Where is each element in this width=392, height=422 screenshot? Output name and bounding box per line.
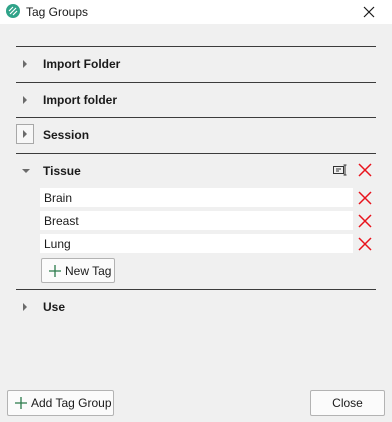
tag-group-session[interactable]: Session: [16, 118, 376, 152]
delete-tag-icon[interactable]: [357, 190, 373, 206]
expand-caret-icon[interactable]: [23, 60, 27, 68]
new-tag-button[interactable]: New Tag: [41, 258, 115, 283]
plus-icon: [49, 264, 61, 277]
delete-group-icon[interactable]: [357, 162, 373, 178]
new-tag-label: New Tag: [65, 263, 112, 278]
group-label: Import Folder: [43, 57, 121, 71]
close-label: Close: [332, 396, 363, 410]
expand-caret-icon[interactable]: [23, 303, 27, 311]
tag-group-use[interactable]: Use: [16, 290, 376, 324]
group-label: Use: [43, 300, 66, 314]
window-title: Tag Groups: [26, 5, 89, 19]
tag-input[interactable]: [40, 188, 353, 207]
tag-group-tissue[interactable]: Tissue: [16, 154, 376, 188]
tag-group-import-folder-2[interactable]: Import folder: [16, 83, 376, 117]
close-button[interactable]: Close: [310, 390, 385, 416]
tag-groups-dialog: Tag Groups Import Folder Import folder S…: [0, 0, 392, 422]
plus-icon: [15, 397, 27, 409]
tag-input[interactable]: [40, 211, 353, 230]
collapse-caret-icon[interactable]: [22, 169, 30, 173]
tag-group-import-folder[interactable]: Import Folder: [16, 47, 376, 81]
title-bar: Tag Groups: [0, 0, 392, 24]
app-logo-icon: [6, 4, 20, 18]
close-icon[interactable]: [360, 3, 378, 21]
delete-tag-icon[interactable]: [357, 213, 373, 229]
rename-icon[interactable]: [332, 163, 348, 177]
group-label: Import folder: [43, 93, 117, 107]
tag-input[interactable]: [40, 234, 353, 253]
group-label: Tissue: [43, 164, 81, 178]
delete-tag-icon[interactable]: [357, 236, 373, 252]
expand-caret-icon[interactable]: [23, 96, 27, 104]
expand-caret-icon[interactable]: [16, 124, 34, 144]
add-tag-group-button[interactable]: Add Tag Group: [7, 390, 114, 416]
group-label: Session: [43, 128, 90, 142]
add-tag-group-label: Add Tag Group: [31, 396, 112, 410]
